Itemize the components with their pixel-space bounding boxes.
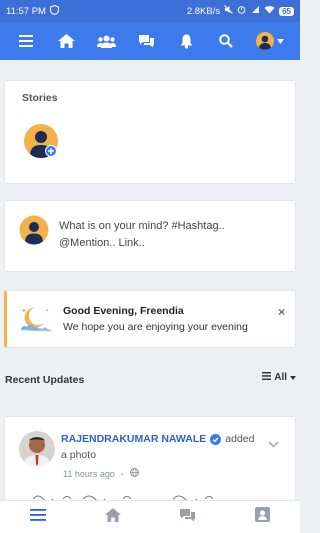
greeting-card: ✦ ✦ Good Evening, Freendia We hope you a…: [4, 290, 296, 348]
account-menu-button[interactable]: [251, 26, 289, 56]
friends-icon: [96, 35, 116, 48]
chat-icon: [138, 34, 155, 48]
feed-filter-label: All: [274, 372, 287, 383]
shield-icon: [49, 4, 59, 18]
greeting-title: Good Evening, Freendia: [63, 305, 184, 317]
messages-icon: [179, 508, 196, 527]
add-story-button[interactable]: [23, 123, 59, 159]
verified-badge-icon: [210, 433, 222, 445]
bottom-home-button[interactable]: [93, 502, 133, 532]
home-icon: [104, 507, 121, 527]
post-action: added: [225, 433, 255, 445]
meta-separator: -: [120, 468, 124, 479]
post-object: a photo: [61, 449, 97, 461]
search-icon: [219, 34, 233, 48]
bottom-profile-button[interactable]: [243, 502, 283, 532]
night-moon-icon: ✦ ✦: [17, 303, 55, 335]
feed-post: RAJENDRAKUMAR NAWALE added a photo 11 ho…: [4, 416, 296, 501]
stories-card: Stories: [4, 80, 296, 184]
signal-icon: [250, 5, 260, 17]
post-author-name[interactable]: RAJENDRAKUMAR NAWALE: [61, 433, 206, 445]
close-icon[interactable]: ×: [278, 305, 285, 319]
recent-updates-title: Recent Updates: [5, 374, 85, 386]
status-time: 11:57 PM: [6, 5, 46, 17]
svg-text:✦: ✦: [21, 307, 27, 315]
menu-icon: [29, 508, 46, 526]
home-button[interactable]: [51, 26, 81, 56]
user-avatar-icon: [23, 124, 59, 163]
avatar-icon: [256, 32, 274, 50]
bottom-nav: [0, 500, 300, 533]
status-bar: 11:57 PM 2.8KB/s 65: [0, 0, 300, 22]
list-icon: [262, 372, 272, 383]
post-header: RAJENDRAKUMAR NAWALE added: [61, 433, 254, 445]
friends-button[interactable]: [91, 26, 121, 56]
chevron-down-icon: [290, 372, 296, 383]
post-options-chevron-icon[interactable]: [268, 435, 279, 453]
composer-placeholder[interactable]: What is on your mind? #Hashtag.. @Mentio…: [59, 218, 274, 252]
menu-icon: [19, 35, 33, 47]
greeting-message: We hope you are enjoying your evening: [63, 321, 248, 333]
svg-text:✦: ✦: [45, 308, 49, 314]
stories-title: Stories: [22, 92, 58, 104]
post-composer[interactable]: What is on your mind? #Hashtag.. @Mentio…: [4, 200, 296, 272]
user-avatar-icon: [19, 215, 49, 245]
notifications-button[interactable]: [171, 26, 201, 56]
bottom-menu-button[interactable]: [18, 502, 58, 532]
mute-icon: [224, 5, 233, 17]
menu-button[interactable]: [11, 26, 41, 56]
feed-filter-dropdown[interactable]: All: [262, 372, 296, 383]
post-time[interactable]: 11 hours ago: [63, 469, 115, 479]
author-avatar[interactable]: [19, 431, 55, 467]
chevron-down-icon: [277, 38, 284, 44]
alarm-icon: [237, 5, 246, 17]
globe-icon: [129, 468, 139, 479]
profile-card-icon: [255, 507, 270, 527]
bell-icon: [180, 34, 193, 49]
bottom-messages-button[interactable]: [168, 502, 208, 532]
post-meta: 11 hours ago -: [63, 468, 139, 479]
wifi-icon: [264, 5, 275, 17]
chat-button[interactable]: [131, 26, 161, 56]
home-icon: [57, 34, 75, 48]
battery-level: 65: [279, 6, 294, 16]
search-button[interactable]: [211, 26, 241, 56]
network-speed: 2.8KB/s: [186, 5, 221, 17]
top-nav: [0, 22, 300, 60]
